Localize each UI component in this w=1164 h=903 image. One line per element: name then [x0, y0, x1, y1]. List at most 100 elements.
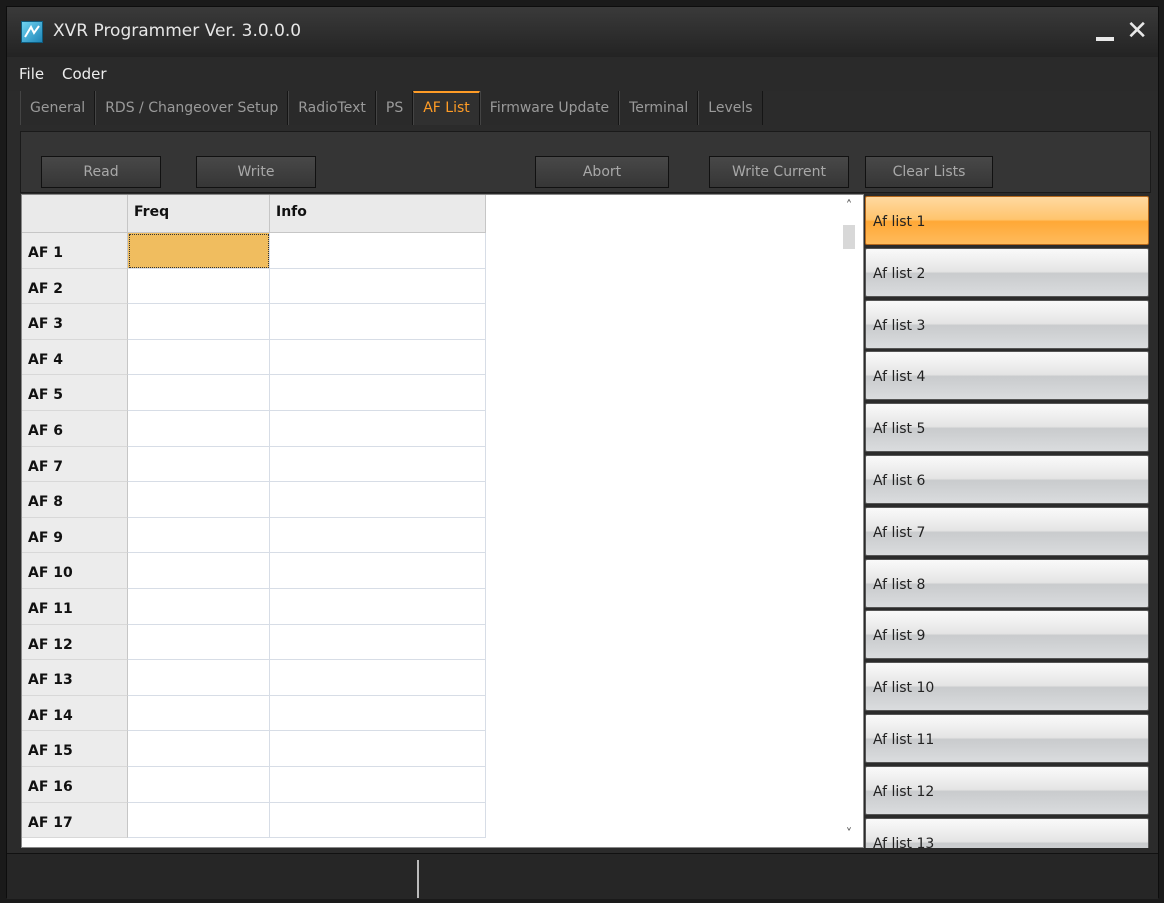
freq-cell[interactable] — [128, 482, 270, 518]
toolbar: Read Write Abort Write Current Clear Lis… — [20, 131, 1151, 193]
freq-cell[interactable] — [128, 731, 270, 767]
af-list-button[interactable]: Af list 9 — [865, 610, 1149, 660]
af-list-button[interactable]: Af list 4 — [865, 351, 1149, 401]
info-cell[interactable] — [270, 446, 486, 483]
freq-cell[interactable] — [128, 767, 270, 803]
af-list-button[interactable]: Af list 3 — [865, 299, 1149, 349]
info-cell[interactable] — [270, 660, 486, 696]
af-list-button[interactable]: Af list 10 — [865, 662, 1149, 712]
row-header[interactable]: AF 3 — [22, 304, 128, 340]
freq-cell[interactable] — [128, 304, 270, 340]
table-row: AF 5 — [22, 375, 486, 411]
tab-general[interactable]: General — [20, 91, 96, 125]
freq-cell[interactable] — [128, 446, 270, 483]
info-cell[interactable] — [270, 553, 486, 589]
af-list-button[interactable]: Af list 8 — [865, 558, 1149, 608]
column-header-info[interactable]: Info — [270, 195, 486, 233]
freq-cell[interactable] — [128, 624, 270, 661]
tab-terminal[interactable]: Terminal — [619, 91, 699, 125]
table-row: AF 1 — [22, 233, 486, 269]
menu-file[interactable]: File — [19, 65, 44, 83]
freq-cell[interactable] — [128, 375, 270, 411]
status-divider — [417, 860, 419, 898]
tab-radiotext[interactable]: RadioText — [288, 91, 376, 125]
scroll-thumb[interactable] — [843, 225, 855, 249]
af-list-button[interactable]: Af list 12 — [865, 765, 1149, 815]
row-header[interactable]: AF 10 — [22, 553, 128, 589]
tab-af-list[interactable]: AF List — [413, 91, 480, 125]
table-row: AF 9 — [22, 517, 486, 554]
info-cell[interactable] — [270, 268, 486, 305]
row-header[interactable]: AF 13 — [22, 660, 128, 696]
write-current-button[interactable]: Write Current — [709, 156, 849, 188]
freq-cell[interactable] — [128, 517, 270, 554]
tab-levels[interactable]: Levels — [698, 91, 763, 125]
row-header[interactable]: AF 12 — [22, 624, 128, 661]
info-cell[interactable] — [270, 375, 486, 411]
info-cell[interactable] — [270, 695, 486, 732]
freq-cell[interactable] — [128, 802, 270, 839]
menu-coder[interactable]: Coder — [62, 65, 107, 83]
clear-lists-button[interactable]: Clear Lists — [865, 156, 993, 188]
menu-bar: File Coder — [7, 57, 1158, 91]
row-header[interactable]: AF 17 — [22, 802, 128, 839]
row-header[interactable]: AF 15 — [22, 731, 128, 767]
app-window: XVR Programmer Ver. 3.0.0.0 ✕ File Coder… — [6, 6, 1159, 899]
row-header[interactable]: AF 1 — [22, 233, 128, 269]
row-header[interactable]: AF 7 — [22, 446, 128, 483]
af-list-button[interactable]: Af list 13 — [865, 817, 1149, 848]
row-header[interactable]: AF 4 — [22, 339, 128, 376]
info-cell[interactable] — [270, 589, 486, 625]
info-cell[interactable] — [270, 233, 486, 269]
info-cell[interactable] — [270, 767, 486, 803]
table-row: AF 16 — [22, 767, 486, 803]
title-bar[interactable]: XVR Programmer Ver. 3.0.0.0 ✕ — [7, 7, 1158, 57]
info-cell[interactable] — [270, 411, 486, 447]
table-row: AF 15 — [22, 731, 486, 767]
row-header[interactable]: AF 2 — [22, 268, 128, 305]
table-row: AF 17 — [22, 802, 486, 839]
info-cell[interactable] — [270, 304, 486, 340]
freq-cell[interactable] — [128, 553, 270, 589]
af-list-button[interactable]: Af list 2 — [865, 247, 1149, 297]
row-header[interactable]: AF 8 — [22, 482, 128, 518]
freq-cell[interactable] — [128, 411, 270, 447]
row-header[interactable]: AF 6 — [22, 411, 128, 447]
info-cell[interactable] — [270, 802, 486, 839]
close-icon[interactable]: ✕ — [1126, 18, 1148, 44]
tab-firmware-update[interactable]: Firmware Update — [479, 91, 620, 125]
row-header[interactable]: AF 5 — [22, 375, 128, 411]
info-cell[interactable] — [270, 517, 486, 554]
freq-cell[interactable] — [128, 589, 270, 625]
table-row: AF 6 — [22, 411, 486, 447]
read-button[interactable]: Read — [41, 156, 161, 188]
af-list-button[interactable]: Af list 11 — [865, 714, 1149, 763]
info-cell[interactable] — [270, 482, 486, 518]
row-header[interactable]: AF 16 — [22, 767, 128, 803]
freq-cell[interactable] — [128, 233, 270, 269]
af-list-button[interactable]: Af list 7 — [865, 506, 1149, 556]
info-cell[interactable] — [270, 339, 486, 376]
row-header[interactable]: AF 11 — [22, 589, 128, 625]
abort-button[interactable]: Abort — [535, 156, 669, 188]
write-button[interactable]: Write — [196, 156, 316, 188]
tab-rds-changeover[interactable]: RDS / Changeover Setup — [95, 91, 289, 125]
af-list-button[interactable]: Af list 6 — [865, 455, 1149, 504]
info-cell[interactable] — [270, 731, 486, 767]
freq-cell[interactable] — [128, 695, 270, 732]
af-list-button[interactable]: Af list 1 — [865, 196, 1149, 245]
af-list-button[interactable]: Af list 5 — [865, 403, 1149, 453]
freq-cell[interactable] — [128, 268, 270, 305]
af-frequency-grid[interactable]: Freq Info AF 1 AF 2 AF 3 AF 4 AF 5 AF 6 AF 7 AF… — [21, 194, 864, 848]
column-header-freq[interactable]: Freq — [128, 195, 270, 233]
row-header[interactable]: AF 9 — [22, 517, 128, 554]
scroll-down-icon[interactable]: ˅ — [841, 827, 857, 843]
freq-cell[interactable] — [128, 660, 270, 696]
row-header[interactable]: AF 14 — [22, 695, 128, 732]
scroll-up-icon[interactable]: ˄ — [841, 199, 857, 215]
freq-cell[interactable] — [128, 339, 270, 376]
grid-scrollbar[interactable]: ˄ ˅ — [835, 195, 863, 847]
minimize-icon[interactable] — [1096, 37, 1114, 41]
tab-ps[interactable]: PS — [375, 91, 414, 125]
info-cell[interactable] — [270, 624, 486, 661]
